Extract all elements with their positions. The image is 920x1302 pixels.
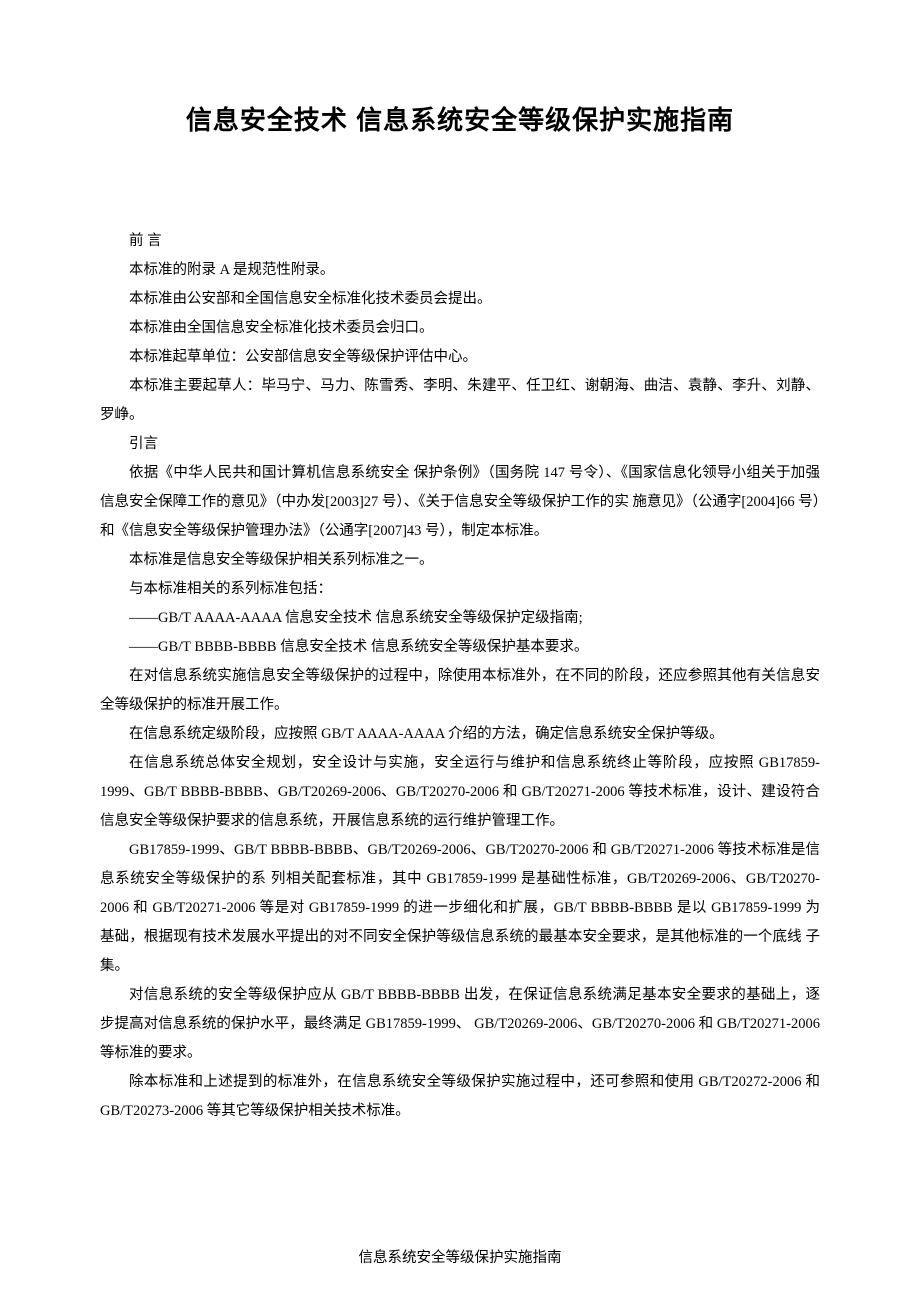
list-item: ——GB/T AAAA-AAAA 信息安全技术 信息系统安全等级保护定级指南;	[100, 604, 820, 633]
paragraph: 依据《中华人民共和国计算机信息系统安全 保护条例》（国务院 147 号令）、《国…	[100, 459, 820, 546]
page-footer: 信息系统安全等级保护实施指南	[100, 1246, 820, 1267]
paragraph: 本标准是信息安全等级保护相关系列标准之一。	[100, 546, 820, 575]
paragraph: 本标准的附录 A 是规范性附录。	[100, 256, 820, 285]
introduction-heading: 引言	[100, 430, 820, 459]
paragraph: 在信息系统总体安全规划，安全设计与实施，安全运行与维护和信息系统终止等阶段，应按…	[100, 749, 820, 836]
list-item: ——GB/T BBBB-BBBB 信息安全技术 信息系统安全等级保护基本要求。	[100, 633, 820, 662]
paragraph: 对信息系统的安全等级保护应从 GB/T BBBB-BBBB 出发，在保证信息系统…	[100, 981, 820, 1068]
paragraph: 与本标准相关的系列标准包括：	[100, 575, 820, 604]
paragraph: 在信息系统定级阶段，应按照 GB/T AAAA-AAAA 介绍的方法，确定信息系…	[100, 720, 820, 749]
foreword-heading: 前 言	[100, 227, 820, 256]
document-body: 前 言 本标准的附录 A 是规范性附录。 本标准由公安部和全国信息安全标准化技术…	[100, 227, 820, 1126]
paragraph: GB17859-1999、GB/T BBBB-BBBB、GB/T20269-20…	[100, 836, 820, 981]
paragraph: 本标准起草单位：公安部信息安全等级保护评估中心。	[100, 343, 820, 372]
paragraph: 本标准由公安部和全国信息安全标准化技术委员会提出。	[100, 285, 820, 314]
paragraph: 本标准主要起草人：毕马宁、马力、陈雪秀、李明、朱建平、任卫红、谢朝海、曲洁、袁静…	[100, 372, 820, 430]
document-title: 信息安全技术 信息系统安全等级保护实施指南	[100, 100, 820, 137]
paragraph: 在对信息系统实施信息安全等级保护的过程中，除使用本标准外，在不同的阶段，还应参照…	[100, 662, 820, 720]
paragraph: 本标准由全国信息安全标准化技术委员会归口。	[100, 314, 820, 343]
paragraph: 除本标准和上述提到的标准外，在信息系统安全等级保护实施过程中，还可参照和使用 G…	[100, 1068, 820, 1126]
